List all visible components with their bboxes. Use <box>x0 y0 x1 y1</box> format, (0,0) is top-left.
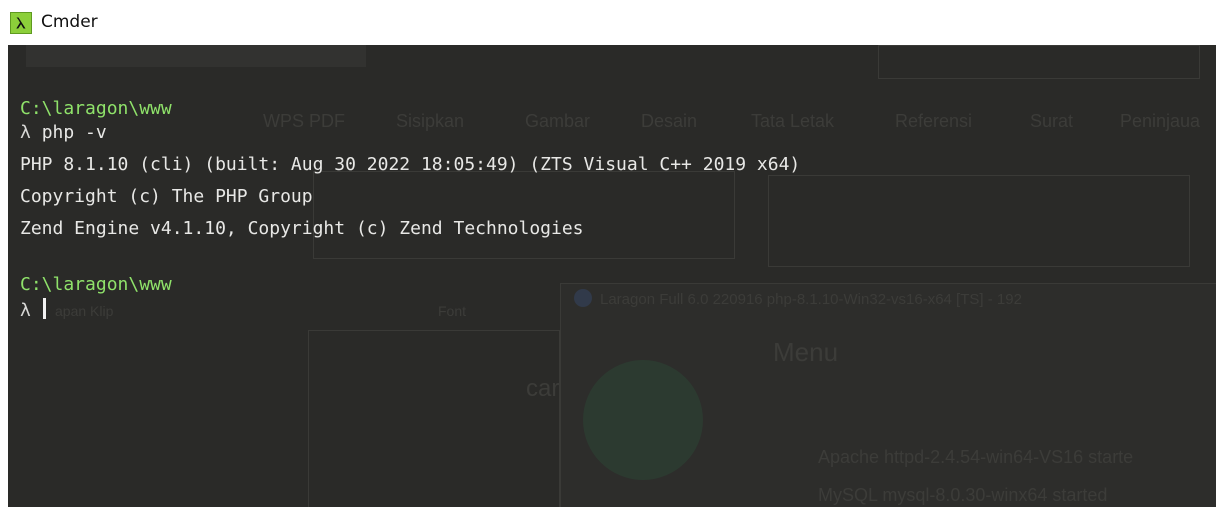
ghost-ribbon-tab: Referensi <box>895 111 973 131</box>
ghost-laragon-window <box>560 283 1216 507</box>
lambda-prompt-icon: λ <box>20 300 42 321</box>
ghost-laragon-title: Laragon Full 6.0 220916 php-8.1.10-Win32… <box>600 291 1022 308</box>
ghost-mysql-status: MySQL mysql-8.0.30-winx64 started <box>818 485 1108 505</box>
command-line: λ <box>20 298 46 322</box>
ghost-document-page <box>308 330 560 507</box>
ghost-ribbon-strip <box>26 45 366 67</box>
ghost-ribbon-tab: WPS PDF <box>263 111 346 131</box>
cmder-window: Cmder WPS PDF Sisipkan Gambar Desain Tata Le… <box>0 0 1216 507</box>
background-ghost-layer: WPS PDF Sisipkan Gambar Desain Tata Letak Ref… <box>8 45 1216 507</box>
prompt-path: C:\laragon\www <box>20 274 172 295</box>
ghost-apache-status: Apache httpd-2.4.54-win64-VS16 starte <box>818 447 1134 467</box>
ghost-ribbon-tab: Peninjaua <box>1120 111 1201 131</box>
prompt-path-line: C:\laragon\www <box>20 98 172 120</box>
ghost-laragon-logo-icon <box>574 289 592 307</box>
output-line: Copyright (c) The PHP Group <box>20 186 313 207</box>
lambda-glyph-icon <box>16 17 26 29</box>
ghost-ribbon-tab: Sisipkan <box>396 111 465 131</box>
command-line: λ php -v <box>20 122 107 144</box>
lambda-prompt-icon: λ <box>20 122 42 143</box>
ghost-laragon-border <box>560 283 1216 507</box>
ghost-font-label: Font <box>438 303 467 319</box>
text-cursor[interactable] <box>42 298 46 319</box>
ghost-paragraph-group <box>768 175 1190 267</box>
window-title: Cmder <box>41 12 98 32</box>
lambda-icon <box>10 12 32 34</box>
ghost-font-group <box>313 171 735 259</box>
output-line: Zend Engine v4.1.10, Copyright (c) Zend … <box>20 218 584 239</box>
ghost-clipboard-label: apan Klip <box>55 303 114 319</box>
ghost-menu-label: Menu <box>773 337 839 367</box>
prompt-path-line: C:\laragon\www <box>20 274 172 296</box>
ghost-ribbon-tab: Tata Letak <box>751 111 835 131</box>
prompt-path: C:\laragon\www <box>20 98 172 119</box>
ghost-ribbon-tab: Gambar <box>525 111 591 131</box>
ghost-elephant-logo-icon <box>583 360 703 480</box>
title-bar[interactable]: Cmder <box>0 0 1216 45</box>
terminal-pane[interactable]: WPS PDF Sisipkan Gambar Desain Tata Letak Ref… <box>8 45 1216 507</box>
ghost-ribbon-tab: Desain <box>641 111 698 131</box>
output-line: PHP 8.1.10 (cli) (built: Aug 30 2022 18:… <box>20 154 801 175</box>
ghost-doc-text: car <box>526 375 560 402</box>
ghost-ribbon-tab: Surat <box>1030 111 1074 131</box>
ghost-search-box <box>878 45 1200 79</box>
command-text: php -v <box>41 122 107 143</box>
